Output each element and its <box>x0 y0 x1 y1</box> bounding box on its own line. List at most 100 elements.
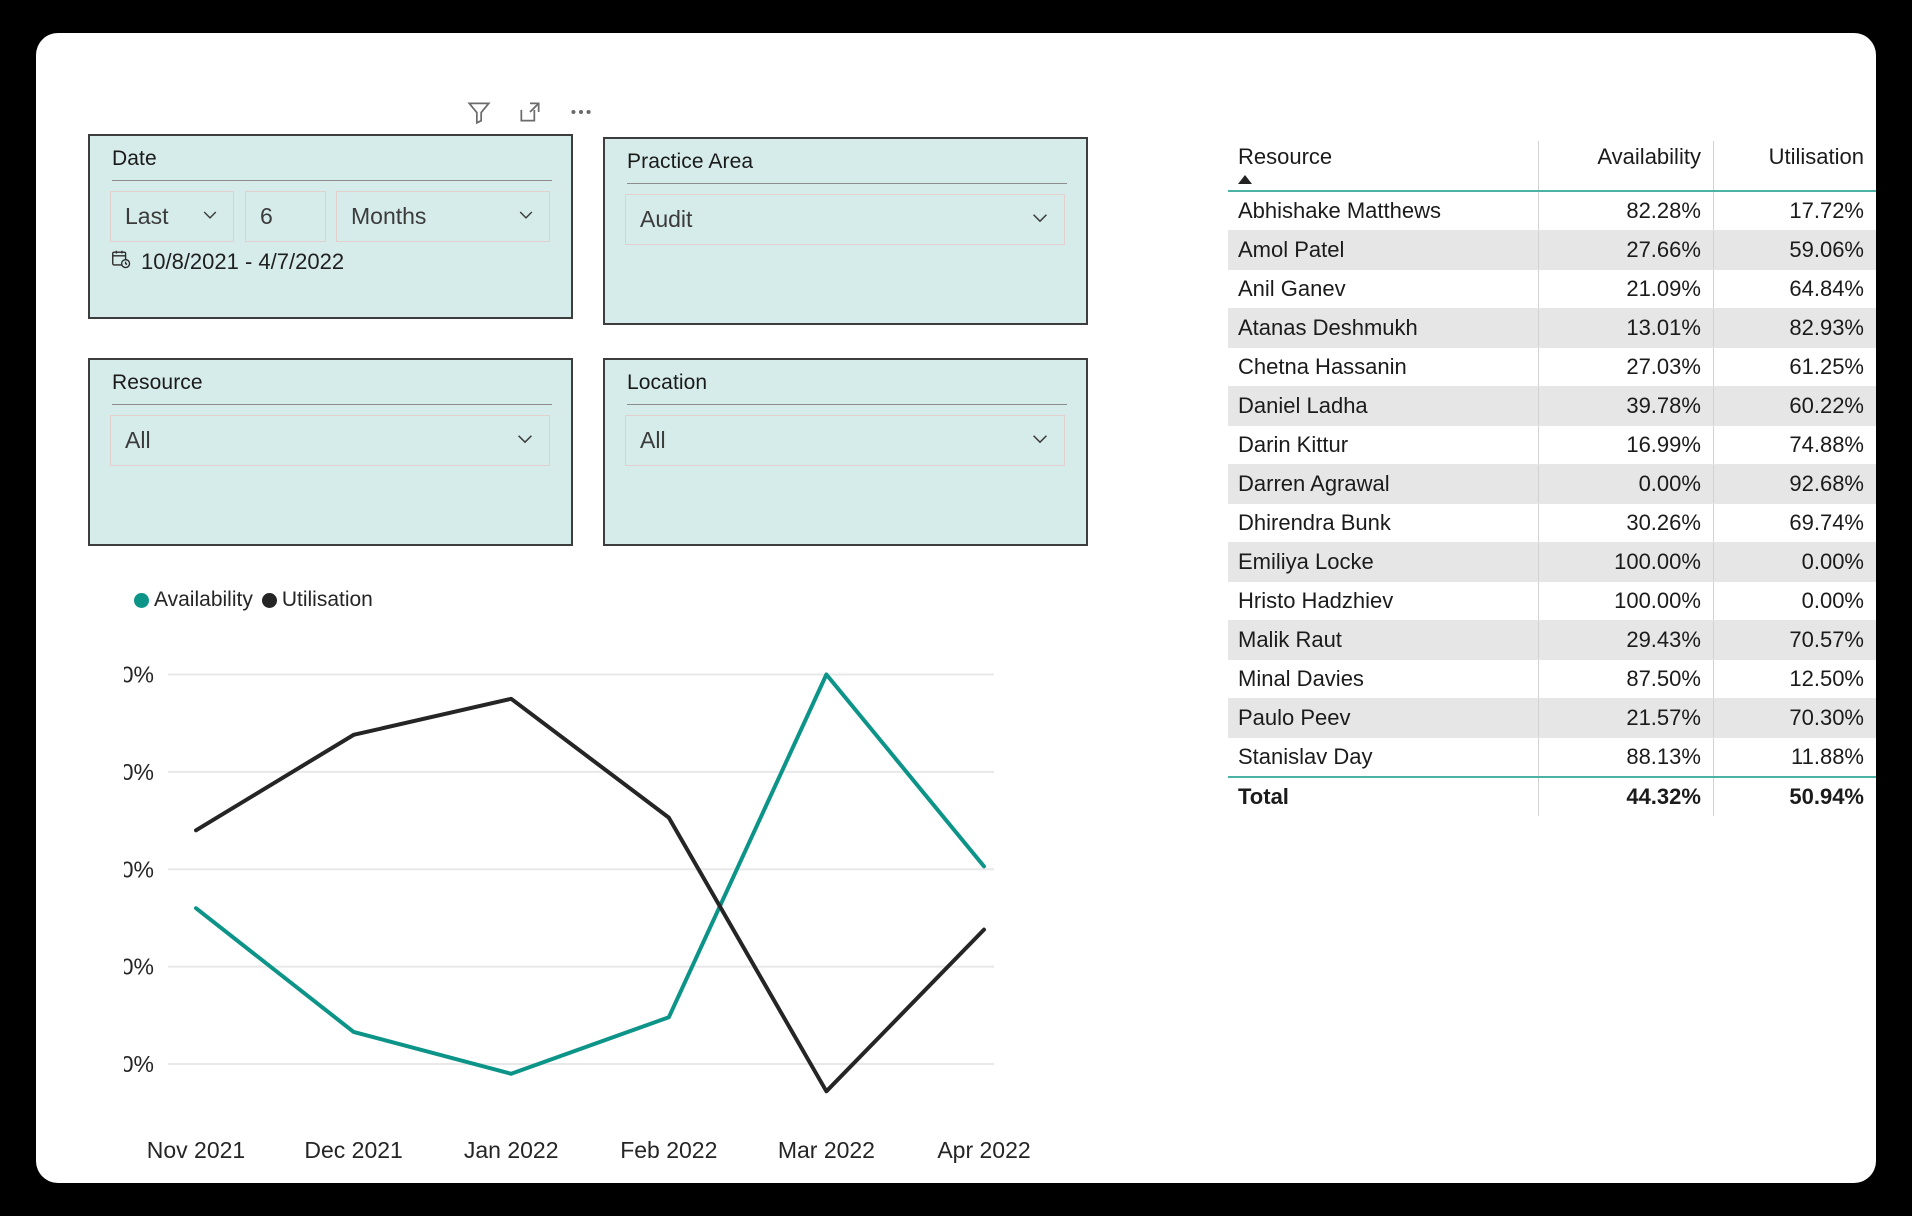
legend-swatch-availability <box>134 592 149 608</box>
practice-area-value: Audit <box>640 206 693 232</box>
cell-resource: Hristo Hadzhiev <box>1228 581 1540 621</box>
cell-resource: Abhishake Matthews <box>1228 191 1540 231</box>
more-options-icon[interactable] <box>566 97 596 127</box>
cell-availability: 16.99% <box>1538 425 1714 465</box>
legend-item-availability[interactable]: Availability <box>134 588 253 612</box>
date-relation-value: Last <box>125 203 169 229</box>
cell-utilisation: 92.68% <box>1713 464 1876 504</box>
table-row[interactable]: Malik Raut 29.43% 70.57% <box>1228 620 1876 660</box>
slicer-date[interactable]: Date Last 6 Months 10/8/2021 - 4/7/2022 <box>88 134 573 319</box>
cell-resource: Malik Raut <box>1228 620 1540 660</box>
legend-label-utilisation: Utilisation <box>281 588 373 611</box>
cell-utilisation: 64.84% <box>1713 269 1876 309</box>
cell-availability: 100.00% <box>1538 581 1714 621</box>
chart-svg: 30% 40% 50% 60% 70% Nov 2021 Dec 2021 Jan 2022 F… <box>108 661 1031 1163</box>
line-series-availability <box>194 672 986 1076</box>
resource-value: All <box>125 427 151 453</box>
column-header-resource[interactable]: Resource <box>1228 141 1540 192</box>
y-axis-tick: 40% <box>124 954 154 980</box>
table-row[interactable]: Atanas Deshmukh 13.01% 82.93% <box>1228 308 1876 348</box>
total-label: Total <box>1228 777 1540 816</box>
line-series-utilisation <box>194 696 986 1094</box>
table-row[interactable]: Stanislav Day 88.13% 11.88% <box>1228 737 1876 778</box>
cell-resource: Darin Kittur <box>1228 425 1540 465</box>
cell-utilisation: 82.93% <box>1713 308 1876 348</box>
table-total-row: Total 44.32% 50.94% <box>1228 777 1876 816</box>
cell-availability: 21.57% <box>1538 698 1714 738</box>
table-row[interactable]: Darren Agrawal 0.00% 92.68% <box>1228 464 1876 504</box>
cell-availability: 100.00% <box>1538 542 1714 582</box>
resource-utilisation-table[interactable]: Resource Availability Utilisation Abhish… <box>1228 141 1876 816</box>
resource-dropdown[interactable]: All <box>110 415 550 466</box>
table-row[interactable]: Chetna Hassanin 27.03% 61.25% <box>1228 347 1876 387</box>
slicer-location-rule <box>627 404 1067 405</box>
x-axis-tick: Mar 2022 <box>778 1137 875 1163</box>
legend-label-availability: Availability <box>154 588 253 611</box>
chevron-down-icon <box>514 427 536 454</box>
x-axis-tick: Nov 2021 <box>147 1137 245 1163</box>
table-row[interactable]: Minal Davies 87.50% 12.50% <box>1228 659 1876 699</box>
cell-utilisation: 17.72% <box>1713 191 1876 231</box>
table-row[interactable]: Anil Ganev 21.09% 64.84% <box>1228 269 1876 309</box>
table-row[interactable]: Abhishake Matthews 82.28% 17.72% <box>1228 191 1876 231</box>
line-chart-visual[interactable]: Availability Utilisation 30% 40% 50% 60% 70% N… <box>108 588 1134 1188</box>
table-row[interactable]: Dhirendra Bunk 30.26% 69.74% <box>1228 503 1876 543</box>
cell-availability: 27.03% <box>1538 347 1714 387</box>
cell-availability: 29.43% <box>1538 620 1714 660</box>
location-dropdown[interactable]: All <box>625 415 1065 466</box>
column-header-resource-label: Resource <box>1238 144 1333 169</box>
x-axis-tick: Jan 2022 <box>464 1137 559 1163</box>
date-count-value: 6 <box>260 203 273 229</box>
cell-utilisation: 11.88% <box>1713 737 1876 778</box>
cell-resource: Daniel Ladha <box>1228 386 1540 426</box>
column-header-utilisation-label: Utilisation <box>1768 144 1864 169</box>
calendar-clock-icon <box>110 248 132 276</box>
cell-utilisation: 61.25% <box>1713 347 1876 387</box>
total-utilisation: 50.94% <box>1713 777 1876 816</box>
slicer-resource[interactable]: Resource All <box>88 358 573 546</box>
cell-resource: Amol Patel <box>1228 230 1540 270</box>
slicer-practice-area[interactable]: Practice Area Audit <box>603 137 1088 325</box>
cell-availability: 21.09% <box>1538 269 1714 309</box>
slicer-practice-area-rule <box>627 183 1067 184</box>
filter-icon[interactable] <box>464 97 494 127</box>
date-relation-dropdown[interactable]: Last <box>110 191 234 242</box>
legend-item-utilisation[interactable]: Utilisation <box>261 588 373 612</box>
chevron-down-icon <box>1029 427 1051 454</box>
y-axis-tick: 60% <box>124 759 154 785</box>
chart-legend: Availability Utilisation <box>134 588 373 612</box>
table-header: Resource Availability Utilisation <box>1228 141 1876 192</box>
slicer-location-title: Location <box>627 371 708 394</box>
table-row[interactable]: Amol Patel 27.66% 59.06% <box>1228 230 1876 270</box>
visual-header-toolbar <box>464 95 596 129</box>
table-row[interactable]: Daniel Ladha 39.78% 60.22% <box>1228 386 1876 426</box>
location-value: All <box>640 427 666 453</box>
table-row[interactable]: Hristo Hadzhiev 100.00% 0.00% <box>1228 581 1876 621</box>
date-count-input[interactable]: 6 <box>245 191 326 242</box>
cell-resource: Dhirendra Bunk <box>1228 503 1540 543</box>
total-availability: 44.32% <box>1538 777 1714 816</box>
chevron-down-icon <box>516 204 536 229</box>
date-range-text: 10/8/2021 - 4/7/2022 <box>141 249 345 274</box>
cell-resource: Minal Davies <box>1228 659 1540 699</box>
table-row[interactable]: Darin Kittur 16.99% 74.88% <box>1228 425 1876 465</box>
cell-resource: Stanislav Day <box>1228 737 1540 778</box>
table-body: Abhishake Matthews 82.28% 17.72% Amol Patel… <box>1228 191 1876 816</box>
y-axis-tick: 50% <box>124 856 154 882</box>
practice-area-dropdown[interactable]: Audit <box>625 194 1065 245</box>
cell-availability: 87.50% <box>1538 659 1714 699</box>
date-unit-dropdown[interactable]: Months <box>336 191 550 242</box>
column-header-availability[interactable]: Availability <box>1538 141 1714 192</box>
cell-resource: Chetna Hassanin <box>1228 347 1540 387</box>
x-axis-tick: Feb 2022 <box>620 1137 717 1163</box>
cell-resource: Anil Ganev <box>1228 269 1540 309</box>
column-header-utilisation[interactable]: Utilisation <box>1713 141 1876 192</box>
chevron-down-icon <box>1029 206 1051 233</box>
date-range-display: 10/8/2021 - 4/7/2022 <box>110 248 344 276</box>
table-row[interactable]: Paulo Peev 21.57% 70.30% <box>1228 698 1876 738</box>
focus-mode-icon[interactable] <box>515 97 545 127</box>
slicer-date-title: Date <box>112 147 157 170</box>
slicer-location[interactable]: Location All <box>603 358 1088 546</box>
table-row[interactable]: Emiliya Locke 100.00% 0.00% <box>1228 542 1876 582</box>
cell-availability: 88.13% <box>1538 737 1714 778</box>
